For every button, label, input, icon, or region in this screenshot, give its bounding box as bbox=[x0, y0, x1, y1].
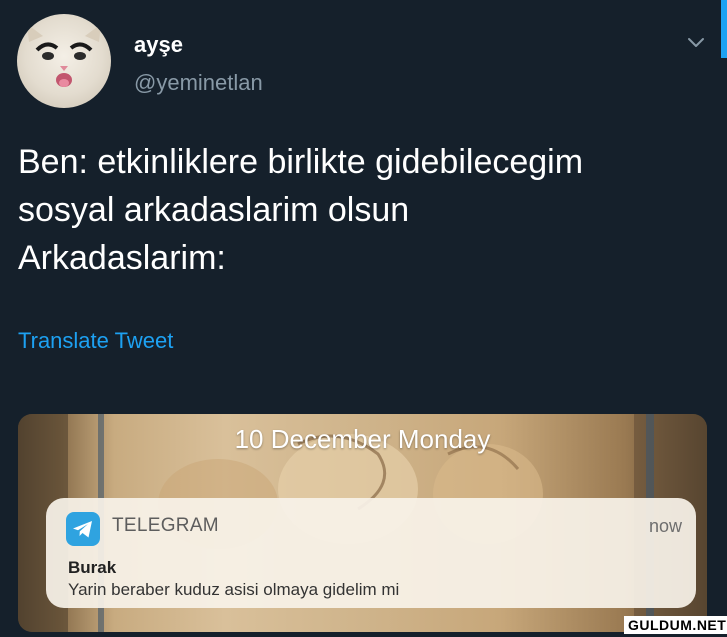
display-name[interactable]: ayşe bbox=[134, 32, 183, 58]
avatar[interactable] bbox=[17, 14, 111, 108]
tweet-line: Arkadaslarim: bbox=[18, 239, 226, 277]
tweet-line: Ben: etkinliklere birlikte gidebilecegim bbox=[18, 143, 584, 181]
notification-sender: Burak bbox=[68, 558, 117, 577]
lockscreen-date: 10 December Monday bbox=[234, 424, 491, 454]
accent-bar bbox=[721, 0, 727, 58]
cat-avatar-image bbox=[27, 24, 101, 87]
tweet-line: sosyal arkadaslarim olsun bbox=[18, 191, 410, 229]
notification-message: Yarin beraber kuduz asisi olmaya gidelim… bbox=[68, 580, 400, 599]
notification-app-name: TELEGRAM bbox=[112, 515, 219, 536]
notification-time: now bbox=[648, 516, 682, 536]
tweet-text: Ben: etkinliklere birlikte gidebilecegim… bbox=[18, 138, 708, 282]
user-handle[interactable]: @yeminetlan bbox=[134, 70, 263, 96]
watermark-logo: GULDUM.NET bbox=[624, 616, 727, 634]
tweet-media-image[interactable]: 10 December Monday TELEGRAM now Burak Ya… bbox=[18, 414, 707, 632]
telegram-icon bbox=[66, 512, 100, 546]
telegram-notification[interactable]: TELEGRAM now Burak Yarin beraber kuduz a… bbox=[46, 498, 696, 608]
chevron-down-icon[interactable] bbox=[684, 30, 708, 54]
translate-tweet-link[interactable]: Translate Tweet bbox=[18, 328, 173, 354]
